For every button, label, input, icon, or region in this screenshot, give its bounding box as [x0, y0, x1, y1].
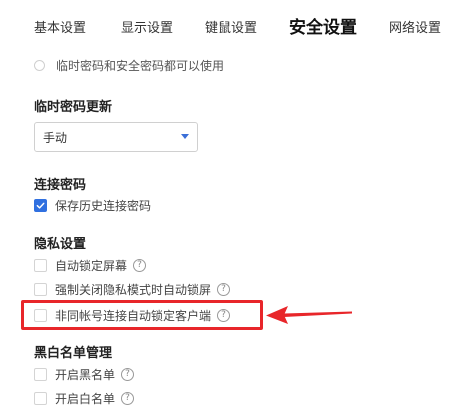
help-icon[interactable]: ? — [121, 392, 135, 405]
auto-lock-screen-label: 自动锁定屏幕 — [55, 259, 128, 273]
auto-lock-screen-checkbox[interactable] — [34, 259, 47, 272]
tab-display-settings[interactable]: 显示设置 — [121, 17, 173, 36]
enable-blacklist-label: 开启黑名单 — [55, 368, 116, 382]
help-icon[interactable]: ? — [217, 283, 231, 296]
select-value: 手动 — [43, 130, 68, 145]
save-history-password-label: 保存历史连接密码 — [55, 199, 152, 213]
check-icon — [36, 202, 45, 209]
tab-network-settings[interactable]: 网络设置 — [389, 17, 441, 36]
temp-password-hint: 临时密码和安全密码都可以使用 — [56, 59, 225, 73]
caret-down-icon — [181, 134, 189, 139]
help-icon[interactable]: ? — [121, 368, 135, 381]
blackwhite-list-title: 黑白名单管理 — [34, 346, 113, 361]
enable-blacklist-row[interactable]: 开启黑名单 ? — [34, 366, 135, 383]
tab-basic-settings[interactable]: 基本设置 — [34, 17, 86, 36]
enable-whitelist-checkbox[interactable] — [34, 392, 47, 405]
force-close-privacy-lock-label: 强制关闭隐私模式时自动锁屏 — [55, 283, 212, 297]
tab-keyboard-mouse-settings[interactable]: 键鼠设置 — [205, 17, 257, 36]
temp-password-update-select[interactable]: 手动 — [34, 122, 198, 152]
settings-tabs: 基本设置 显示设置 键鼠设置 安全设置 网络设置 — [0, 0, 474, 52]
temp-password-hint-row[interactable]: 临时密码和安全密码都可以使用 — [34, 57, 224, 74]
save-history-password-row[interactable]: 保存历史连接密码 — [34, 197, 151, 214]
enable-blacklist-checkbox[interactable] — [34, 368, 47, 381]
force-close-privacy-lock-row[interactable]: 强制关闭隐私模式时自动锁屏 ? — [34, 281, 231, 298]
enable-whitelist-label: 开启白名单 — [55, 392, 116, 406]
annotation-arrow-icon — [266, 306, 352, 324]
enable-whitelist-row[interactable]: 开启白名单 ? — [34, 390, 135, 407]
annotation-highlight-box — [21, 300, 263, 330]
tab-security-settings[interactable]: 安全设置 — [289, 13, 357, 38]
connection-password-title: 连接密码 — [34, 178, 87, 193]
privacy-settings-title: 隐私设置 — [34, 237, 87, 252]
help-icon[interactable]: ? — [133, 259, 147, 272]
radio-button[interactable] — [34, 60, 45, 71]
force-close-privacy-lock-checkbox[interactable] — [34, 283, 47, 296]
auto-lock-screen-row[interactable]: 自动锁定屏幕 ? — [34, 257, 147, 274]
temp-password-update-title: 临时密码更新 — [34, 100, 113, 115]
save-history-password-checkbox[interactable] — [34, 199, 47, 212]
